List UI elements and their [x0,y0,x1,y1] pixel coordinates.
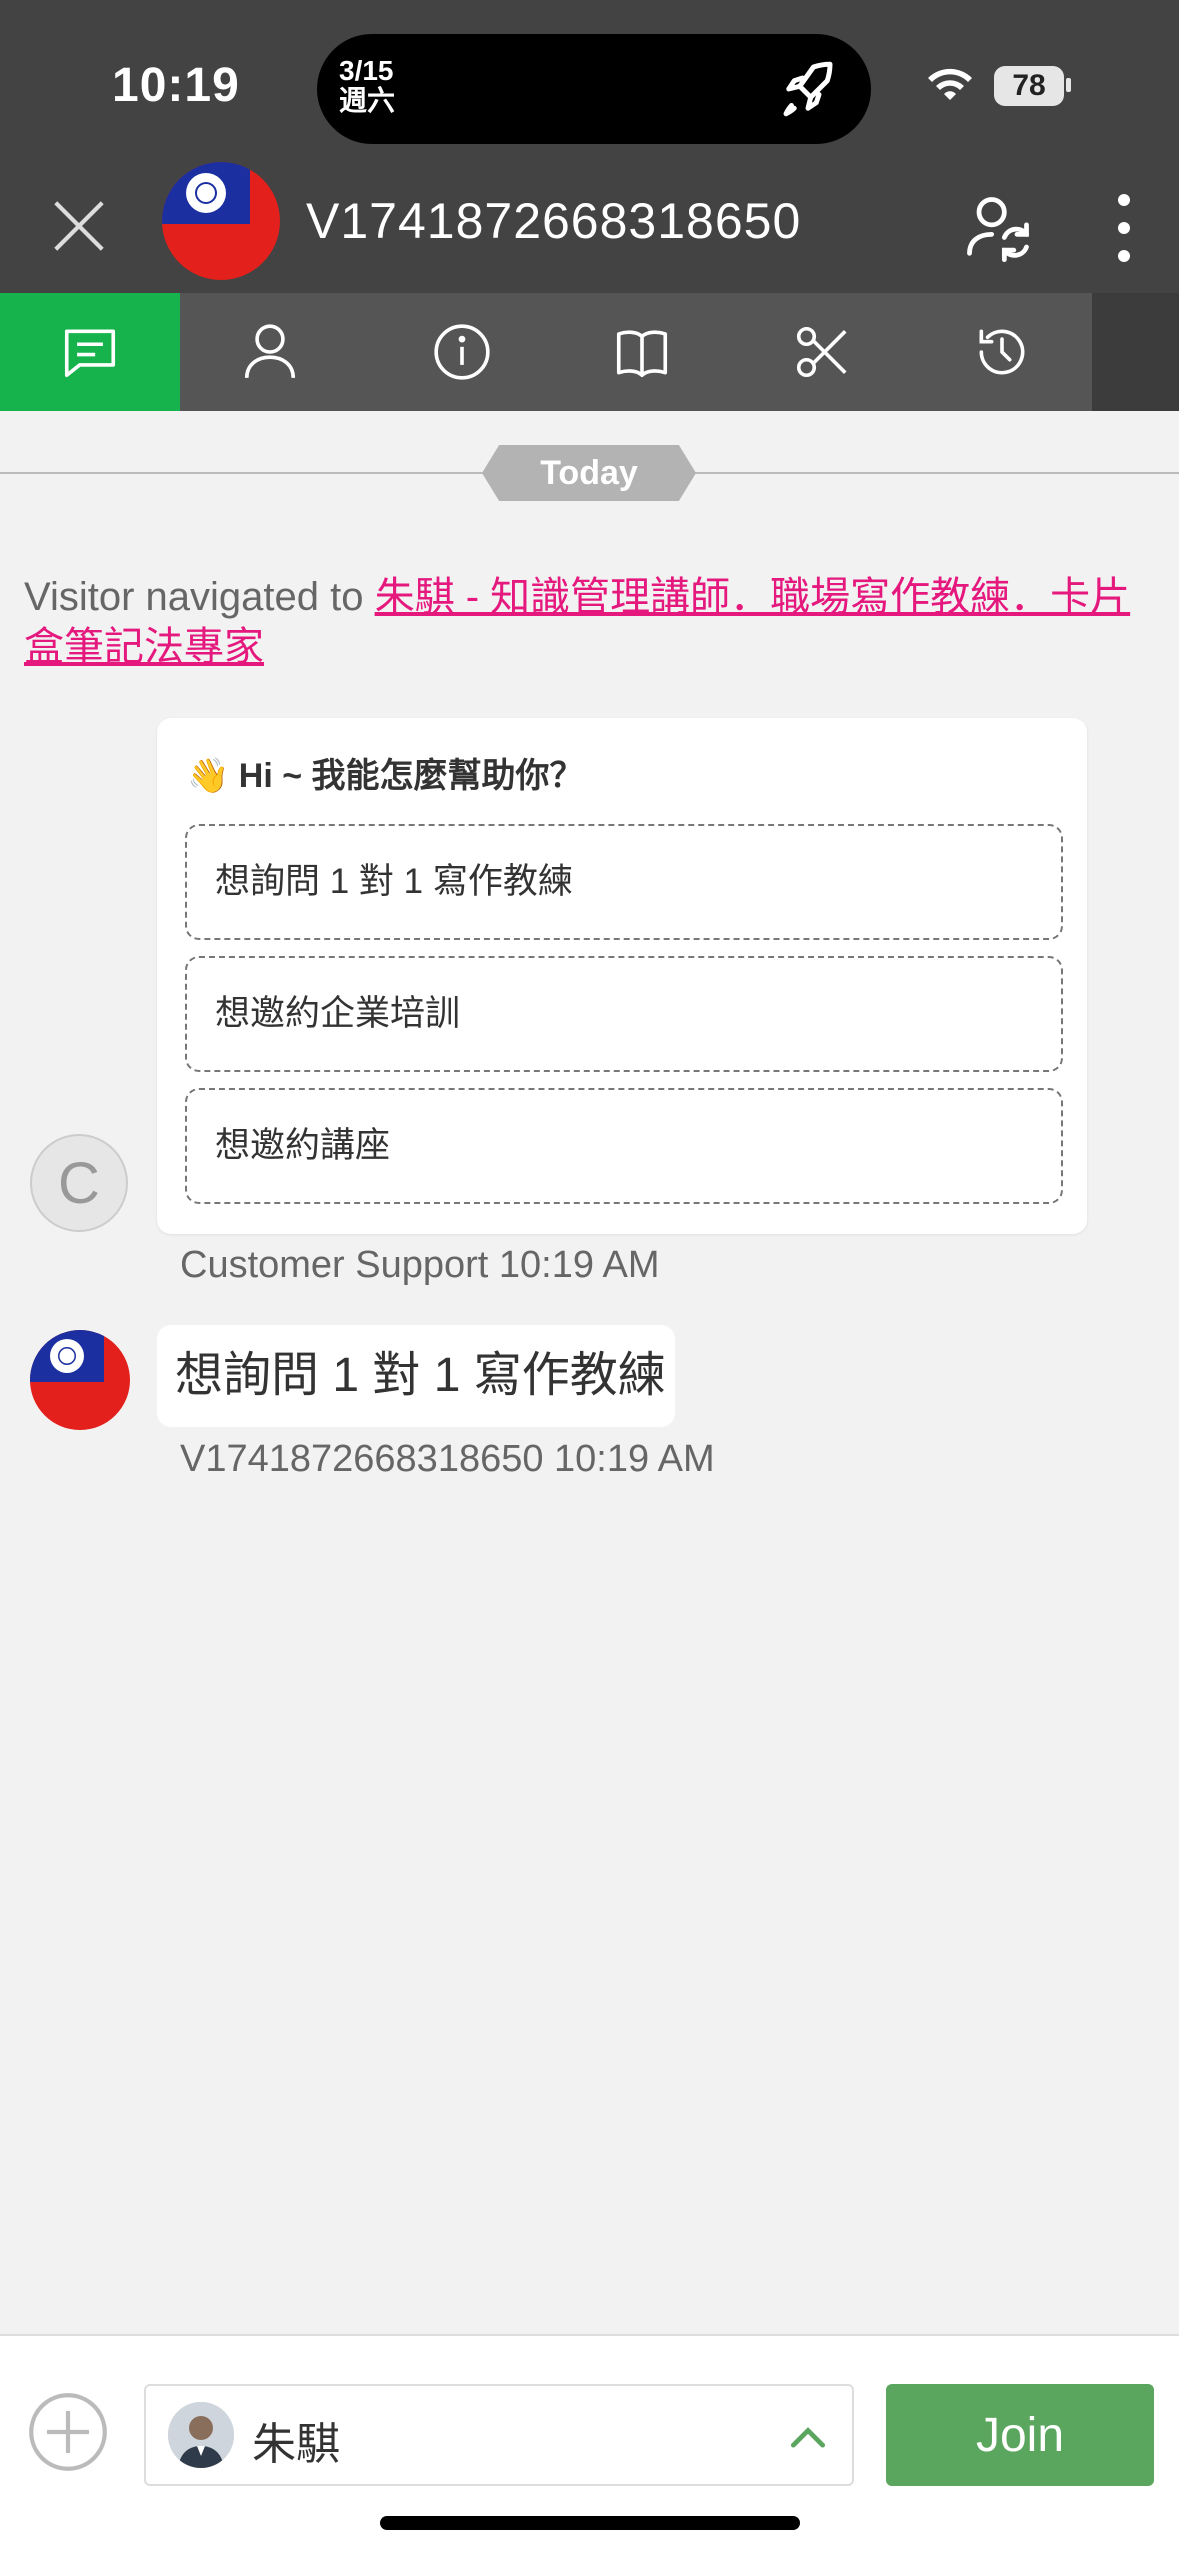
more-vertical-icon[interactable] [1104,190,1144,266]
visitor-title: V1741872668318650 [306,193,802,249]
agent-avatar [168,2402,234,2468]
home-indicator [380,2516,800,2530]
tab-visitor[interactable] [180,293,360,411]
rocket-icon [783,61,833,117]
transfer-visitor-icon[interactable] [960,190,1036,266]
agent-name: 朱騏 [252,2420,340,2469]
tab-shortcuts[interactable] [732,293,912,411]
day-label: Today [482,445,696,501]
status-time: 10:19 [112,59,240,112]
island-date: 3/15 週六 [339,56,395,116]
option-one-on-one-coaching[interactable]: 想詢問 1 對 1 寫作教練 [185,824,1063,940]
taiwan-flag-avatar [30,1330,130,1430]
support-message-meta: Customer Support 10:19 AM [180,1244,660,1286]
island-date-line2: 週六 [339,85,396,116]
navigation-event: Visitor navigated to 朱騏 - 知識管理講師．職場寫作教練．… [24,572,1154,672]
dynamic-island: 3/15 週六 [317,34,871,144]
tab-history[interactable] [912,293,1092,411]
info-icon [434,324,490,380]
book-icon [616,330,668,378]
tab-chat[interactable] [0,293,180,411]
tab-canned[interactable] [552,293,732,411]
battery-nub [1066,78,1071,92]
scissors-icon [796,326,847,378]
user-icon [244,324,296,378]
visitor-message: 想詢問 1 對 1 寫作教練 [157,1325,675,1427]
option-corporate-training[interactable]: 想邀約企業培訓 [185,956,1063,1072]
chat-icon [64,329,116,378]
agent-selector[interactable]: 朱騏 [144,2384,854,2486]
tab-bar-end [1092,293,1179,411]
plus-icon[interactable] [26,2390,110,2474]
battery-icon: 78 [994,66,1064,106]
navigation-prefix: Visitor navigated to [24,575,375,619]
tab-info[interactable] [372,293,552,411]
bot-card-title: 👋 Hi ~ 我能怎麼幫助你？ [187,757,584,795]
history-icon [979,329,1025,375]
option-lecture[interactable]: 想邀約講座 [185,1088,1063,1204]
bot-welcome-card: 👋 Hi ~ 我能怎麼幫助你？ 想詢問 1 對 1 寫作教練 想邀約企業培訓 想… [157,718,1087,1234]
chevron-up-icon [790,2427,826,2448]
island-date-line1: 3/15 [339,55,394,86]
join-button[interactable]: Join [886,2384,1154,2486]
top-bar: 10:19 3/15 週六 78 V1741872668318650 [0,0,1179,293]
close-icon[interactable] [48,195,110,257]
support-avatar: C [30,1134,128,1232]
tab-bar [0,293,1179,411]
taiwan-flag-avatar [162,162,280,280]
wifi-icon [928,68,972,100]
visitor-message-meta: V1741872668318650 10:19 AM [180,1438,715,1480]
